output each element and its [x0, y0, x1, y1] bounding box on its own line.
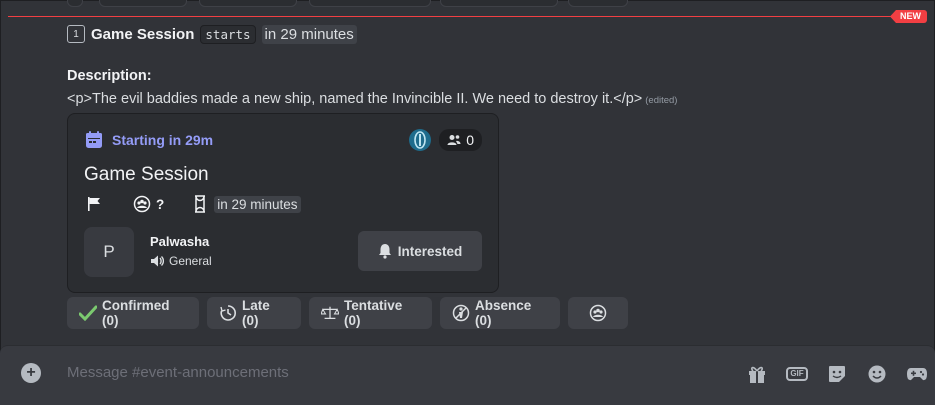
event-title[interactable]: Game Session — [84, 164, 209, 186]
gift-icon[interactable] — [745, 362, 769, 386]
interested-count[interactable]: 0 — [439, 129, 482, 151]
hourglass-icon — [190, 194, 210, 214]
late-label: Late (0) — [242, 298, 270, 328]
add-attachment-icon[interactable]: + — [21, 363, 41, 383]
interested-button-label: Interested — [397, 243, 463, 259]
confirmed-label: Confirmed (0) — [102, 298, 170, 328]
host-name: Palwasha — [150, 234, 210, 249]
bell-icon — [378, 244, 391, 259]
description-body: <p>The evil baddies made a new ship, nam… — [67, 91, 643, 107]
previous-buttons-row — [0, 0, 935, 8]
group-item: ? — [132, 194, 164, 214]
description-text: <p>The evil baddies made a new ship, nam… — [67, 91, 677, 107]
event-headline: 1 Game Session starts in 29 minutes — [67, 23, 357, 45]
people-icon — [447, 135, 461, 145]
new-messages-divider — [8, 16, 897, 17]
event-relative-time[interactable]: in 29 minutes — [214, 195, 301, 213]
gif-icon[interactable]: GIF — [785, 362, 809, 386]
check-icon — [79, 304, 97, 322]
emblem-icon — [414, 131, 427, 149]
relative-timestamp[interactable]: in 29 minutes — [261, 24, 357, 44]
event-status: Starting in 29m — [84, 130, 213, 150]
event-card[interactable]: Starting in 29m 0 Game Session ? in 29 m… — [67, 113, 499, 293]
flag-item — [84, 194, 104, 214]
description-label: Description: — [67, 68, 152, 84]
group-emblem-icon — [132, 194, 152, 214]
inline-code: starts — [200, 24, 256, 44]
edited-marker: (edited) — [645, 95, 678, 106]
channel-location[interactable]: General — [150, 254, 212, 268]
timer-item: in 29 minutes — [190, 194, 301, 214]
tentative-label: Tentative (0) — [344, 298, 403, 328]
emoji-icon[interactable] — [865, 362, 889, 386]
server-icon[interactable] — [409, 129, 432, 151]
partial-button[interactable] — [67, 0, 83, 7]
speaker-icon — [151, 255, 164, 267]
tentative-button[interactable]: Tentative (0) — [309, 297, 432, 329]
headline-title: Game Session — [91, 25, 195, 43]
late-button[interactable]: Late (0) — [207, 297, 301, 329]
gamepad-icon[interactable] — [905, 362, 929, 386]
event-card-meta: 0 — [409, 129, 482, 151]
partial-button[interactable] — [309, 0, 431, 7]
absence-label: Absence (0) — [475, 298, 532, 328]
scales-icon — [321, 304, 339, 322]
number-one-icon: 1 — [67, 25, 85, 43]
flag-icon — [84, 194, 104, 214]
interested-button[interactable]: Interested — [358, 231, 482, 271]
confirmed-button[interactable]: Confirmed (0) — [67, 297, 199, 329]
channel-name: General — [169, 254, 212, 268]
event-details: ? in 29 minutes — [84, 194, 301, 214]
partial-button[interactable] — [199, 0, 297, 7]
group-value: ? — [156, 196, 165, 212]
group-icon — [589, 304, 607, 322]
message-composer: + Message #event-announcements GIF — [0, 345, 935, 405]
partial-button[interactable] — [568, 0, 628, 7]
sticker-icon[interactable] — [825, 362, 849, 386]
absence-button[interactable]: Absence (0) — [440, 297, 560, 329]
group-button[interactable] — [568, 297, 628, 329]
interested-count-value: 0 — [466, 132, 474, 148]
gif-label: GIF — [786, 367, 808, 381]
composer-tools: GIF — [745, 362, 929, 386]
partial-button[interactable] — [99, 0, 187, 7]
avatar[interactable]: P — [84, 227, 134, 277]
starting-label: Starting in 29m — [112, 132, 214, 148]
message-input[interactable]: Message #event-announcements — [67, 364, 289, 381]
rsvp-buttons: Confirmed (0) Late (0) Tentative (0) Abs… — [67, 297, 628, 329]
new-badge: NEW — [890, 10, 927, 23]
calendar-icon — [86, 131, 102, 148]
late-clock-icon — [219, 304, 237, 322]
absence-icon — [452, 304, 470, 322]
partial-button[interactable] — [440, 0, 558, 7]
